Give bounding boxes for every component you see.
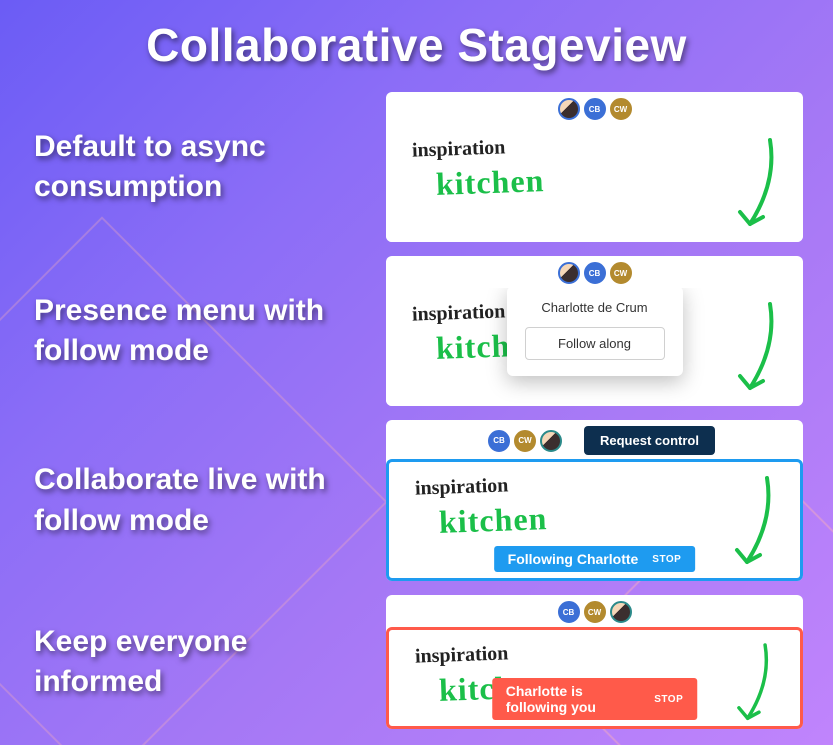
popover-username: Charlotte de Crum [525,300,665,315]
avatar-cb[interactable]: CB [584,262,606,284]
canvas[interactable]: inspiration kitchen Charlotte is followi… [386,627,803,729]
arrow-icon [725,296,785,406]
status-label: Following Charlotte [508,551,639,567]
row-label: Presence menu with follow mode [34,291,364,372]
arrow-icon [722,638,782,729]
ink-text: inspiration [412,136,506,162]
row-label: Collaborate live with follow mode [34,460,364,541]
row-label: Default to async consumption [34,127,364,208]
avatar-cw[interactable]: CW [584,601,606,623]
avatar-photo[interactable] [558,262,580,284]
request-control-button[interactable]: Request control [584,426,715,455]
ink-text: inspiration [412,300,506,326]
avatar-cw[interactable]: CW [610,262,632,284]
canvas[interactable]: inspiration kitchen Charlotte de Crum Fo… [386,288,803,406]
ink-text: inspiration [415,474,509,500]
canvas[interactable]: inspiration kitchen [386,124,803,242]
status-label: Charlotte is following you [506,683,640,715]
stop-button[interactable]: STOP [652,554,681,565]
presence-bar: CB CW [386,256,803,288]
follow-along-button[interactable]: Follow along [525,327,665,360]
canvas[interactable]: inspiration kitchen Following Charlotte … [386,459,803,581]
row-label: Keep everyone informed [34,622,364,703]
avatar-cb[interactable]: CB [558,601,580,623]
stop-button[interactable]: STOP [654,694,683,705]
presence-popover: Charlotte de Crum Follow along [507,288,683,376]
avatar-cb[interactable]: CB [584,98,606,120]
avatar-cw[interactable]: CW [610,98,632,120]
avatar-photo[interactable] [540,430,562,452]
stage-card: CB CW inspiration kitchen Charlotte is f… [386,595,803,729]
avatar-cb[interactable]: CB [488,430,510,452]
presence-bar: CB CW Request control [386,420,803,459]
page-title: Collaborative Stageview [0,0,833,72]
followed-status-pill: Charlotte is following you STOP [492,678,698,720]
stage-card: CB CW Request control inspiration kitche… [386,420,803,581]
presence-bar: CB CW [386,595,803,627]
avatar-photo[interactable] [558,98,580,120]
ink-text: kitchen [438,500,548,541]
ink-text: kitchen [435,162,545,203]
arrow-icon [722,470,782,580]
feature-row-2: Presence menu with follow mode CB CW ins… [0,256,833,420]
avatar-photo[interactable] [610,601,632,623]
presence-bar: CB CW [386,92,803,124]
stage-card: CB CW inspiration kitchen Charlotte de C… [386,256,803,406]
ink-text: inspiration [415,642,509,668]
feature-row-4: Keep everyone informed CB CW inspiration… [0,595,833,743]
arrow-icon [725,132,785,242]
stage-card: CB CW inspiration kitchen [386,92,803,242]
following-status-pill: Following Charlotte STOP [494,546,696,572]
feature-row-1: Default to async consumption CB CW inspi… [0,92,833,256]
feature-row-3: Collaborate live with follow mode CB CW … [0,420,833,595]
avatar-cw[interactable]: CW [514,430,536,452]
